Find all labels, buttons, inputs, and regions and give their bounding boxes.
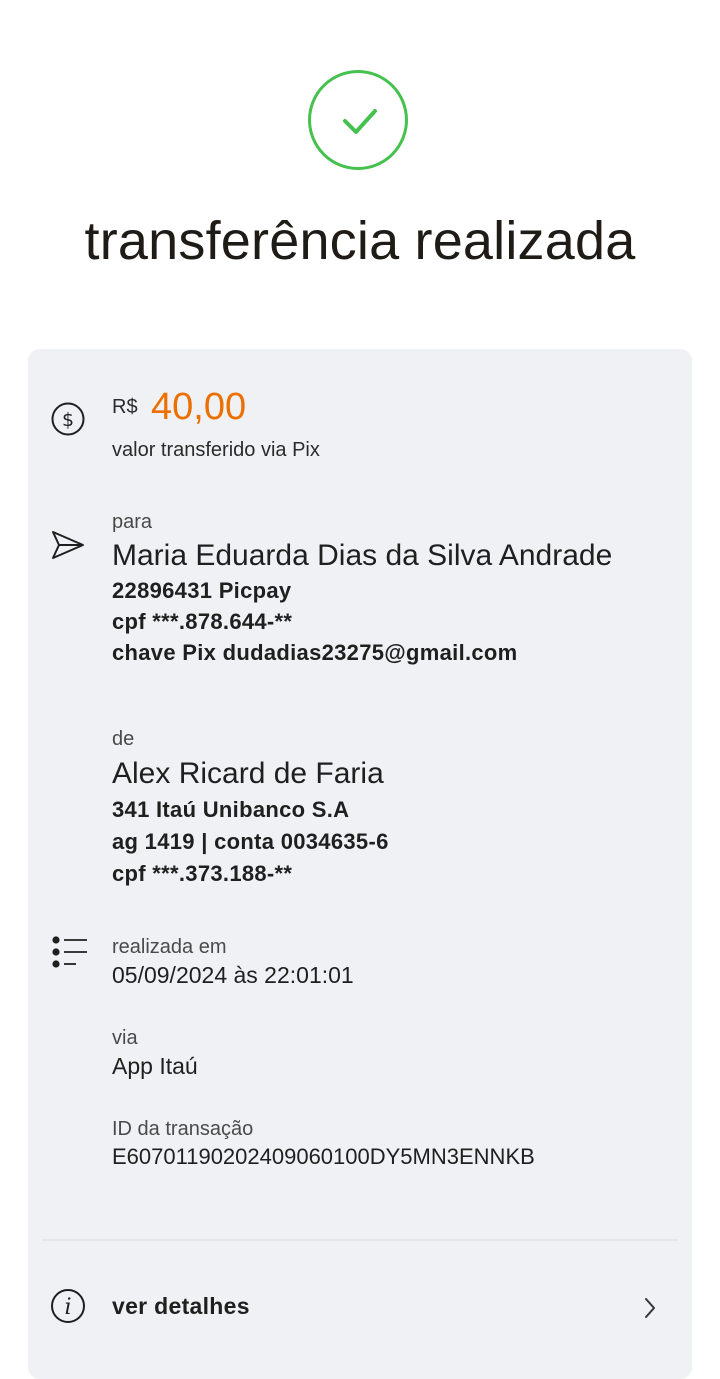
sender-bank: 341 Itaú Unibanco S.A <box>112 797 350 822</box>
info-icon: i <box>51 1289 85 1323</box>
svg-text:i: i <box>64 1295 71 1320</box>
dollar-icon: $ <box>51 402 85 436</box>
amount-caption: valor transferido via Pix <box>112 439 320 461</box>
page-title: transferência realizada <box>84 211 636 271</box>
recipient-bank: 22896431 Picpay <box>112 578 292 603</box>
recipient-cpf: cpf ***.878.644-** <box>112 609 293 634</box>
sender-name: Alex Ricard de Faria <box>112 757 384 790</box>
success-status-icon <box>308 70 408 170</box>
date-value: 05/09/2024 às 22:01:01 <box>112 962 354 988</box>
transaction-id-value: E60701190202409060100DY5MN3ENNKB <box>112 1144 535 1169</box>
check-icon <box>343 109 377 134</box>
sender-cpf: cpf ***.373.188-** <box>112 861 293 886</box>
list-icon <box>52 936 87 968</box>
svg-text:$: $ <box>62 409 74 431</box>
chevron-right-icon <box>645 1298 655 1318</box>
view-details-button[interactable]: i ver detalhes <box>28 1241 692 1379</box>
view-details-label: ver detalhes <box>112 1293 250 1319</box>
sender-label: de <box>112 728 135 750</box>
recipient-label: para <box>112 511 153 533</box>
transfer-amount: 40,00 <box>151 386 247 428</box>
via-value: App Itaú <box>112 1053 198 1079</box>
recipient-pix-key: chave Pix dudadias23275@gmail.com <box>112 640 518 665</box>
send-icon <box>52 531 84 559</box>
via-label: via <box>112 1027 138 1049</box>
sender-account: ag 1419 | conta 0034635-6 <box>112 829 389 854</box>
date-label: realizada em <box>112 936 227 958</box>
currency-symbol: R$ <box>112 396 138 418</box>
recipient-name: Maria Eduarda Dias da Silva Andrade <box>112 539 613 572</box>
transfer-receipt-card: $ R$ 40,00 valor transferido via Pix par… <box>28 349 692 1379</box>
transaction-id-label: ID da transação <box>112 1118 254 1140</box>
